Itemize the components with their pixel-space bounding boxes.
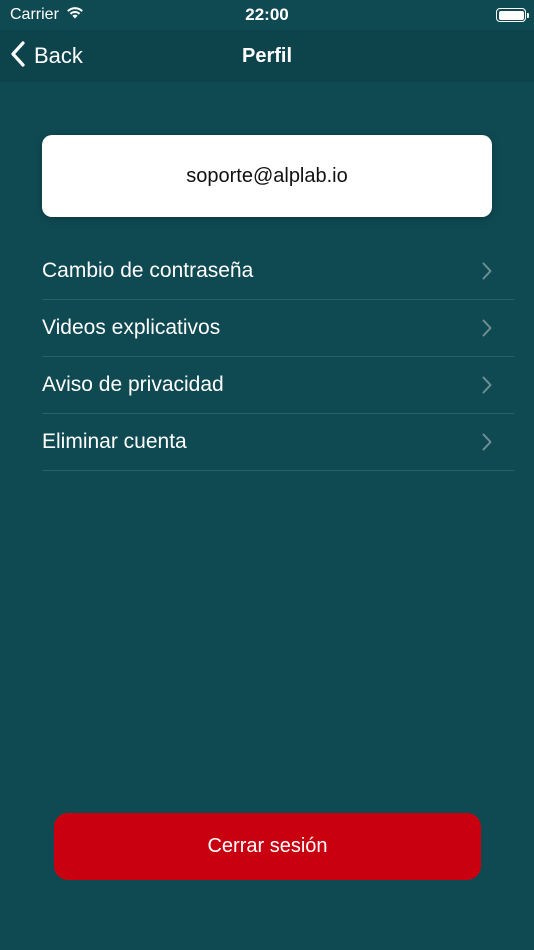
chevron-right-icon bbox=[482, 262, 492, 280]
menu-item-label: Cambio de contraseña bbox=[42, 259, 254, 282]
battery-icon bbox=[496, 8, 529, 22]
menu-item-videos[interactable]: Videos explicativos bbox=[42, 300, 514, 357]
email-card: soporte@alplab.io bbox=[42, 135, 492, 217]
battery-level bbox=[498, 10, 524, 20]
wifi-icon bbox=[65, 5, 85, 25]
menu-item-change-password[interactable]: Cambio de contraseña bbox=[42, 243, 514, 300]
profile-screen: Carrier 22:00 Back Perfil soporte@alplab… bbox=[0, 0, 534, 950]
back-button[interactable]: Back bbox=[10, 30, 83, 82]
status-bar: Carrier 22:00 bbox=[0, 0, 534, 30]
chevron-right-icon bbox=[482, 433, 492, 451]
menu-item-privacy-notice[interactable]: Aviso de privacidad bbox=[42, 357, 514, 414]
navigation-bar: Back Perfil bbox=[0, 30, 534, 82]
menu-item-label: Videos explicativos bbox=[42, 316, 221, 339]
back-label: Back bbox=[34, 43, 83, 68]
menu-item-delete-account[interactable]: Eliminar cuenta bbox=[42, 414, 514, 471]
logout-button[interactable]: Cerrar sesión bbox=[54, 813, 481, 880]
settings-menu: Cambio de contraseña Videos explicativos… bbox=[42, 243, 514, 471]
menu-item-label: Aviso de privacidad bbox=[42, 373, 224, 396]
status-left: Carrier bbox=[10, 5, 85, 25]
menu-item-label: Eliminar cuenta bbox=[42, 430, 187, 453]
chevron-right-icon bbox=[482, 376, 492, 394]
user-email: soporte@alplab.io bbox=[186, 164, 348, 187]
chevron-right-icon bbox=[482, 319, 492, 337]
chevron-left-icon bbox=[10, 40, 26, 72]
carrier-label: Carrier bbox=[10, 6, 59, 23]
